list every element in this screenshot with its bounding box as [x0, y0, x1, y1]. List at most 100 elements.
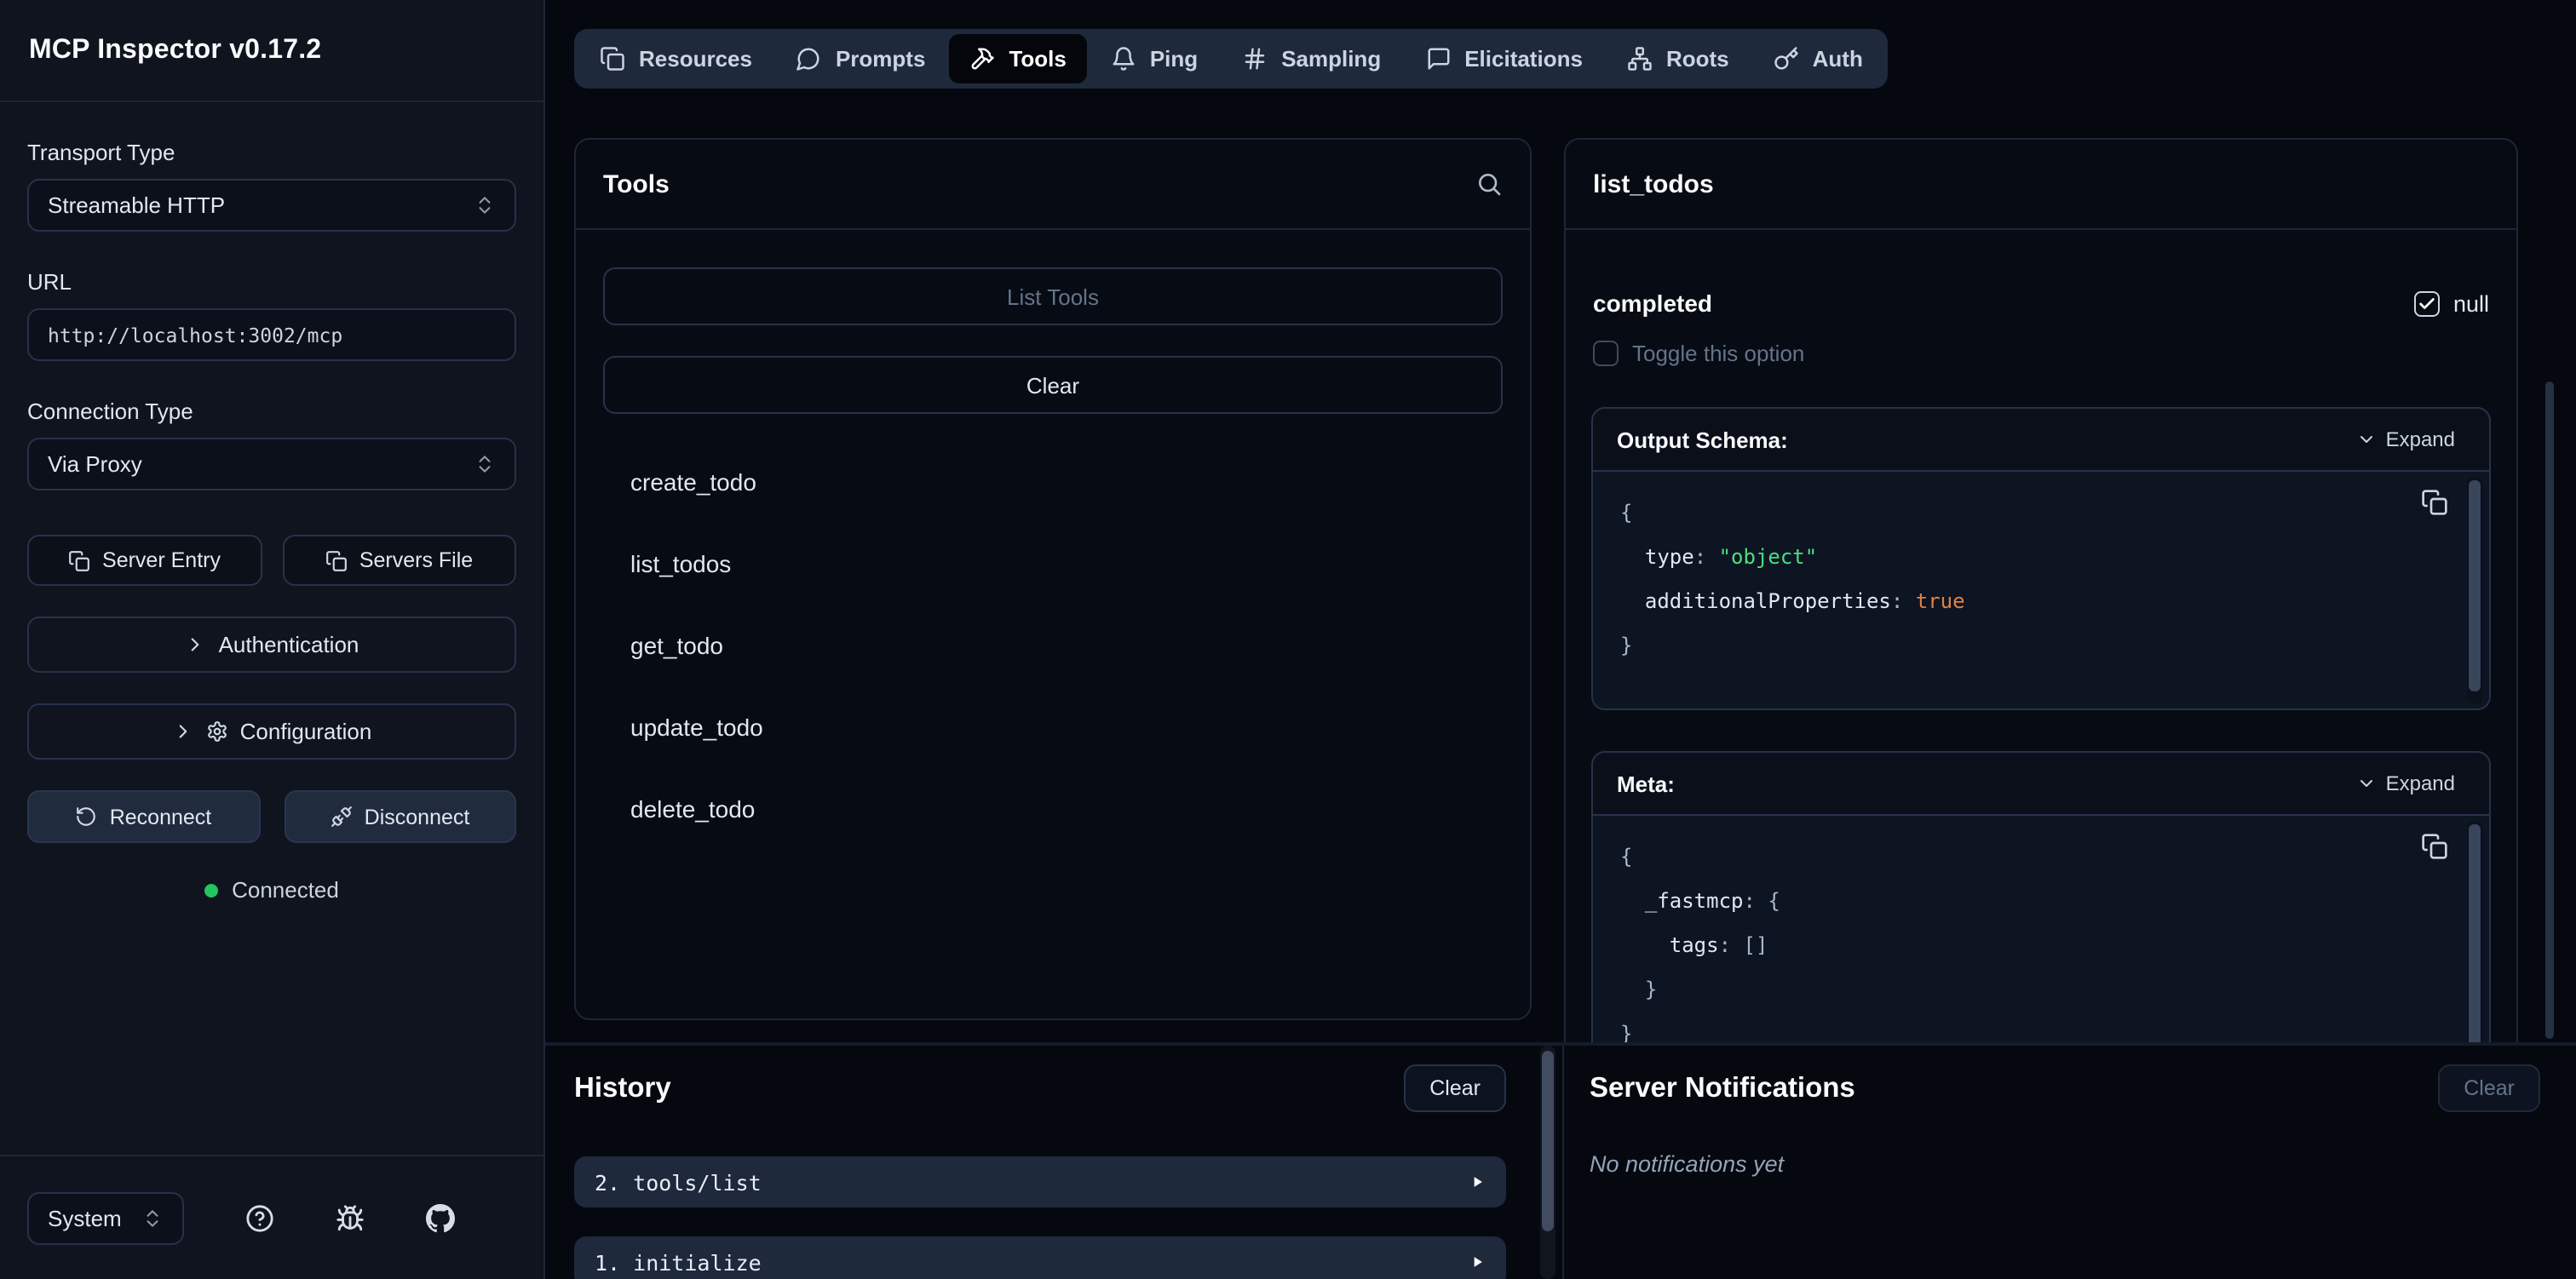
reconnect-label: Reconnect: [110, 805, 212, 829]
tool-item-delete_todo[interactable]: delete_todo: [603, 768, 1503, 850]
code-scrollbar[interactable]: [2467, 821, 2482, 1042]
scrollbar-thumb[interactable]: [2469, 480, 2481, 691]
disconnect-button[interactable]: Disconnect: [284, 790, 516, 843]
tool-item-list_todos[interactable]: list_todos: [603, 523, 1503, 605]
tool-item-get_todo[interactable]: get_todo: [603, 605, 1503, 686]
null-checkbox[interactable]: [2414, 290, 2440, 316]
output-schema-expand-button[interactable]: Expand: [2347, 426, 2465, 453]
code-line: {: [1620, 490, 2411, 535]
list-tools-button[interactable]: List Tools: [603, 267, 1503, 325]
scrollbar-thumb[interactable]: [2469, 824, 2481, 1042]
disconnect-label: Disconnect: [365, 805, 470, 829]
connection-type-label: Connection Type: [27, 399, 516, 424]
tab-roots[interactable]: Roots: [1607, 34, 1750, 83]
url-input[interactable]: [27, 308, 516, 361]
tools-list: create_todolist_todosget_todoupdate_todo…: [603, 441, 1503, 850]
tab-sampling[interactable]: Sampling: [1222, 34, 1401, 83]
chevron-down-icon: [2357, 429, 2378, 450]
check-icon: [2418, 294, 2436, 313]
null-label: null: [2453, 290, 2489, 316]
configuration-button[interactable]: Configuration: [27, 703, 516, 760]
tab-auth[interactable]: Auth: [1753, 34, 1883, 83]
unplug-icon: [331, 806, 353, 828]
clear-history-button[interactable]: Clear: [1404, 1064, 1506, 1112]
tab-ping[interactable]: Ping: [1090, 34, 1218, 83]
toggle-checkbox[interactable]: [1593, 340, 1619, 365]
server-entry-button[interactable]: Server Entry: [27, 535, 262, 586]
vertical-resize-handle[interactable]: [1562, 1046, 1564, 1279]
chevrons-up-down-icon: [141, 1207, 164, 1229]
message-circle-icon: [796, 46, 822, 72]
history-item[interactable]: 1. initialize: [574, 1236, 1506, 1279]
chevron-right-icon: [185, 634, 207, 656]
play-icon: [1469, 1253, 1486, 1270]
top-region: Resources Prompts Tools Ping SamplingElicita…: [545, 0, 2576, 1042]
connection-type-select[interactable]: Via Proxy: [27, 438, 516, 490]
tool-item-create_todo[interactable]: create_todo: [603, 441, 1503, 523]
transport-type-select[interactable]: Streamable HTTP: [27, 179, 516, 232]
code-line: {: [1620, 835, 2411, 879]
tool-item-update_todo[interactable]: update_todo: [603, 686, 1503, 768]
tab-label: Prompts: [836, 46, 925, 72]
tab-tools[interactable]: Tools: [949, 34, 1086, 83]
toggle-option-row: Toggle this option: [1593, 336, 2489, 370]
right-panel-scrollbar[interactable]: [2545, 381, 2554, 1039]
connection-type-value: Via Proxy: [48, 451, 142, 477]
notifications-section: Server Notifications Clear No notificati…: [1590, 1046, 2540, 1177]
copy-icon: [2421, 489, 2448, 516]
code-line: }: [1620, 967, 2411, 1012]
history-scrollbar[interactable]: [1540, 1046, 1555, 1279]
network-icon: [1627, 46, 1653, 72]
search-icon[interactable]: [1475, 170, 1503, 198]
sidebar: MCP Inspector v0.17.2 Transport Type Str…: [0, 0, 545, 1279]
notifications-header: Server Notifications Clear: [1590, 1063, 2540, 1114]
sidebar-footer: System: [0, 1155, 543, 1279]
message-square-icon: [1425, 46, 1451, 72]
tab-resources[interactable]: Resources: [579, 34, 773, 83]
tab-label: Ping: [1150, 46, 1198, 72]
tab-elicitations[interactable]: Elicitations: [1405, 34, 1603, 83]
output-schema-header: Output Schema: Expand: [1593, 409, 2489, 472]
reconnect-button[interactable]: Reconnect: [27, 790, 260, 843]
clear-tools-button[interactable]: Clear: [603, 356, 1503, 414]
code-scrollbar[interactable]: [2467, 477, 2482, 703]
files-icon: [600, 46, 625, 72]
meta-card: Meta: Expand {_fastmcp: {tags: []}}: [1591, 751, 2491, 1042]
chevron-down-icon: [2357, 773, 2378, 794]
output-schema-card: Output Schema: Expand {type: "object"add…: [1591, 407, 2491, 710]
copy-code-button[interactable]: [2421, 833, 2448, 860]
history-list: 2. tools/list 1. initialize: [574, 1156, 1506, 1279]
meta-expand-button[interactable]: Expand: [2347, 770, 2465, 797]
history-item[interactable]: 2. tools/list: [574, 1156, 1506, 1207]
bug-icon[interactable]: [336, 1203, 365, 1232]
null-checkbox-group: null: [2414, 290, 2489, 316]
tools-panel-title: Tools: [603, 169, 670, 198]
authentication-label: Authentication: [219, 632, 359, 657]
rotate-ccw-icon: [76, 806, 98, 828]
notifications-title: Server Notifications: [1590, 1072, 1855, 1104]
status-dot: [204, 883, 218, 897]
servers-file-button[interactable]: Servers File: [282, 535, 516, 586]
code-line: }: [1620, 623, 2411, 668]
tab-label: Resources: [639, 46, 752, 72]
clear-notifications-button[interactable]: Clear: [2438, 1064, 2540, 1112]
status-label: Connected: [232, 877, 339, 903]
copy-buttons-row: Server Entry Servers File: [27, 535, 516, 586]
sidebar-header: MCP Inspector v0.17.2: [0, 0, 543, 102]
transport-type-value: Streamable HTTP: [48, 192, 225, 218]
github-icon[interactable]: [426, 1203, 455, 1232]
sidebar-body: Transport Type Streamable HTTP URL Conne…: [0, 102, 543, 1155]
authentication-button[interactable]: Authentication: [27, 617, 516, 673]
tab-prompts[interactable]: Prompts: [776, 34, 946, 83]
theme-select[interactable]: System: [27, 1191, 184, 1244]
configuration-label: Configuration: [240, 719, 372, 744]
key-icon: [1774, 46, 1799, 72]
url-label: URL: [27, 269, 516, 295]
help-circle-icon[interactable]: [245, 1203, 274, 1232]
copy-icon: [325, 549, 348, 571]
copy-code-button[interactable]: [2421, 489, 2448, 516]
tool-detail-panel: list_todos completed null Toggle this op…: [1564, 138, 2518, 1042]
app-window: MCP Inspector v0.17.2 Transport Type Str…: [0, 0, 2576, 1279]
app-title: MCP Inspector v0.17.2: [29, 35, 321, 66]
scrollbar-thumb[interactable]: [1542, 1051, 1554, 1231]
